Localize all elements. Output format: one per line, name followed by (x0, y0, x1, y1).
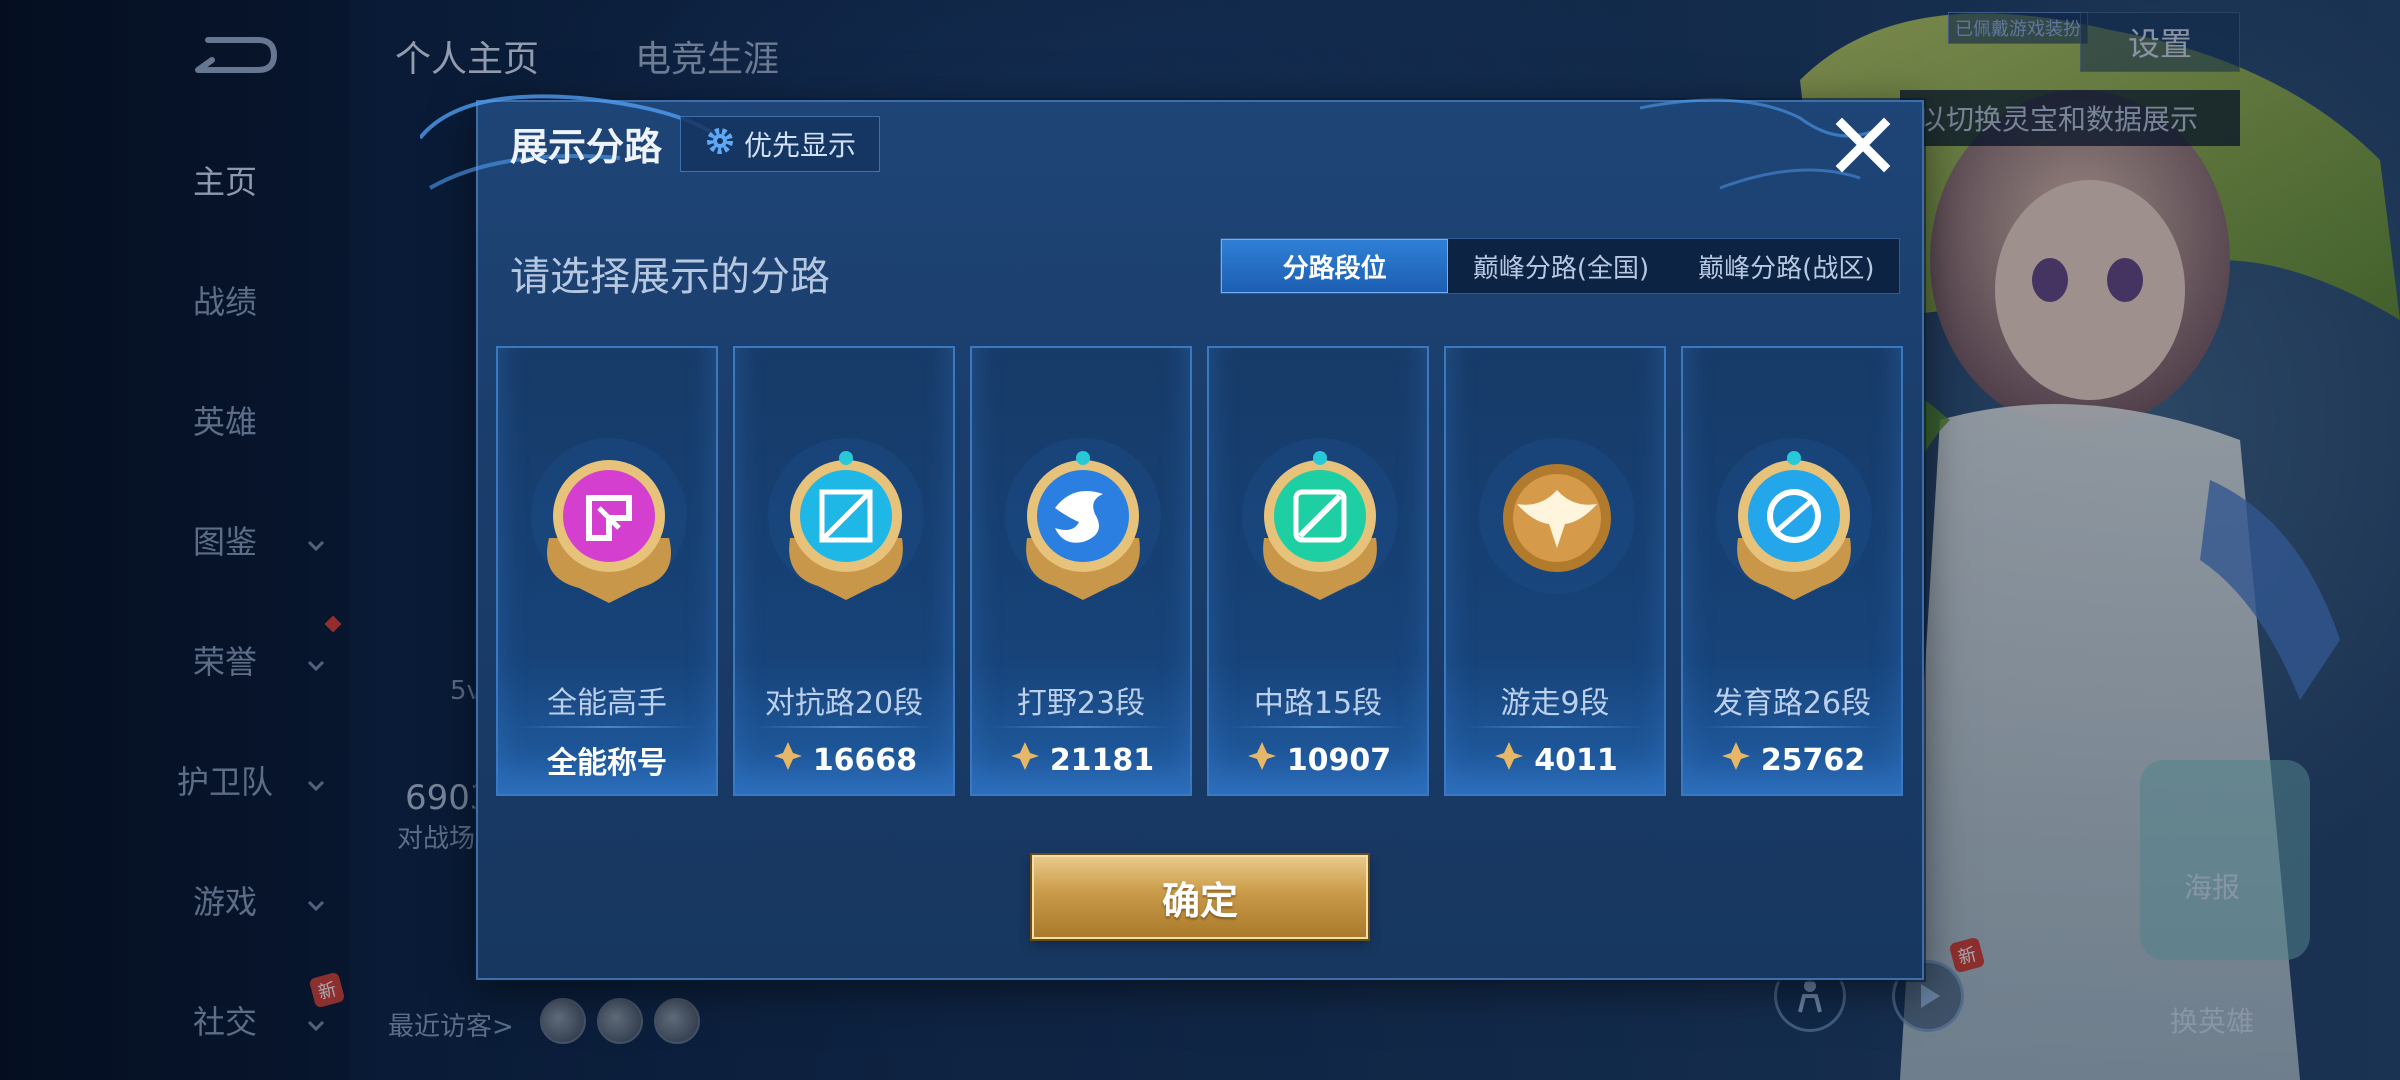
dialog-title: 展示分路 (510, 125, 663, 169)
priority-display-label: 优先显示 (743, 129, 856, 162)
tab-lane-rank[interactable]: 分路段位 (1221, 239, 1449, 293)
card-divider (1229, 726, 1407, 728)
lane-title-value: 全能称号 (498, 740, 716, 781)
tab-peak-lane-region[interactable]: 巅峰分路(战区) (1674, 239, 1899, 293)
lane-value-text: 全能称号 (547, 746, 667, 781)
points-icon (1492, 739, 1526, 781)
points-icon (1719, 739, 1753, 781)
lane-points: 4011 (1446, 740, 1664, 780)
card-divider (1466, 726, 1644, 728)
points-icon (771, 739, 805, 781)
tab-peak-lane-national[interactable]: 巅峰分路(全国) (1448, 239, 1673, 293)
lane-name: 中路15段 (1253, 686, 1383, 721)
lane-points: 25762 (1683, 740, 1901, 780)
lane-card-mid[interactable]: 中路15段 10907 (1207, 346, 1429, 796)
mid-lane-badge-icon (1240, 438, 1400, 608)
card-divider (1703, 726, 1881, 728)
points-icon (1008, 739, 1042, 781)
lane-name: 全能高手 (547, 686, 667, 721)
lane-value-text: 4011 (1534, 742, 1618, 778)
all-round-badge-icon (529, 438, 689, 608)
points-icon (1245, 739, 1279, 781)
lane-card-all-round[interactable]: 全能高手 全能称号 (496, 346, 718, 796)
close-icon[interactable] (1830, 112, 1896, 178)
lane-card-clash[interactable]: 对抗路20段 16668 (733, 346, 955, 796)
lane-value-text: 25762 (1760, 742, 1866, 778)
lane-name: 对抗路20段 (764, 686, 924, 721)
lane-value-text: 16668 (812, 742, 918, 778)
lane-value-text: 10907 (1286, 742, 1392, 778)
card-divider (755, 726, 933, 728)
lane-type-tabs: 分路段位 巅峰分路(全国) 巅峰分路(战区) (1220, 238, 1900, 294)
dialog-subtitle: 请选择展示的分路 (510, 254, 830, 300)
lane-name: 游走9段 (1500, 686, 1610, 721)
card-divider (992, 726, 1170, 728)
lane-card-farm[interactable]: 发育路26段 25762 (1681, 346, 1903, 796)
lane-name: 发育路26段 (1712, 686, 1872, 721)
card-divider (518, 726, 696, 728)
farm-lane-badge-icon (1714, 438, 1874, 608)
lane-card-list: 全能高手 全能称号 对抗路20段 16668 打野23段 21181 中路15段… (496, 346, 1904, 796)
gear-icon (704, 125, 736, 164)
priority-display-button[interactable]: 优先显示 (680, 116, 880, 172)
roam-badge-icon (1477, 438, 1637, 608)
lane-points: 16668 (735, 740, 953, 780)
lane-name: 打野23段 (1016, 686, 1146, 721)
lane-points: 10907 (1209, 740, 1427, 780)
lane-card-jungle[interactable]: 打野23段 21181 (970, 346, 1192, 796)
clash-lane-badge-icon (766, 438, 926, 608)
lane-points: 21181 (972, 740, 1190, 780)
confirm-button[interactable]: 确定 (1032, 855, 1368, 939)
lane-card-roam[interactable]: 游走9段 4011 (1444, 346, 1666, 796)
lane-value-text: 21181 (1049, 742, 1155, 778)
jungle-badge-icon (1003, 438, 1163, 608)
